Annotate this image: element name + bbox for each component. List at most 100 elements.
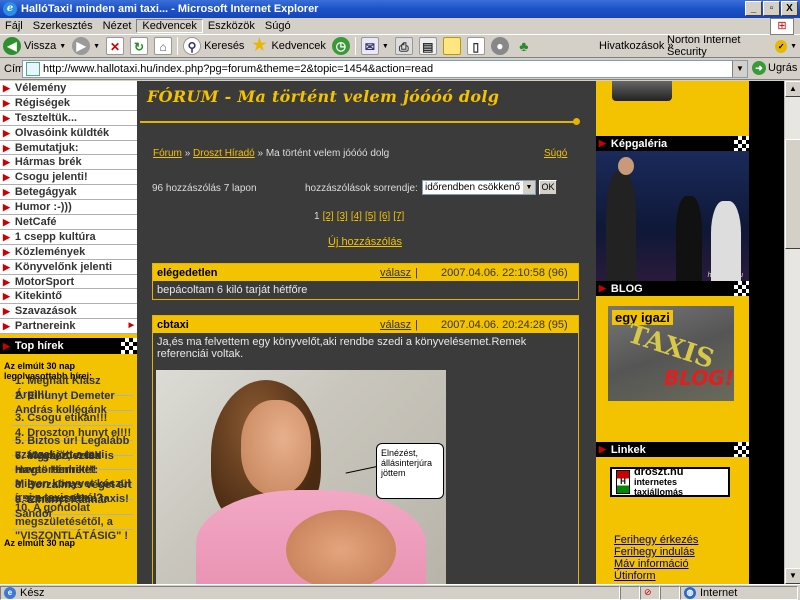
new-post-link[interactable]: Új hozzászólás	[328, 236, 402, 248]
nav-arrow-icon: ▶	[3, 112, 10, 123]
nav-arrow-icon: ▶	[3, 321, 10, 332]
post-header-separator: |	[415, 318, 418, 331]
menu-help[interactable]: Súgó	[260, 20, 296, 32]
nav-item[interactable]: ▶ MotorSport	[0, 275, 137, 290]
page-link[interactable]: [4]	[351, 211, 362, 222]
page-link[interactable]: [6]	[379, 211, 390, 222]
quick-link[interactable]: Ferihegy érkezés	[614, 534, 698, 546]
edit-button[interactable]: ▤	[416, 36, 440, 57]
nav-item[interactable]: ▶ Partnereink ▶	[0, 319, 137, 335]
nav-item[interactable]: ▶ 1 csepp kultúra	[0, 230, 137, 245]
nav-item-label: Kitekintő	[14, 290, 62, 303]
refresh-button[interactable]: ↻	[127, 36, 151, 57]
menu-view[interactable]: Nézet	[98, 20, 137, 32]
menu-file[interactable]: Fájl	[0, 20, 28, 32]
help-link[interactable]: Súgó	[544, 148, 567, 159]
page-link[interactable]: [3]	[337, 211, 348, 222]
star-icon: ★	[252, 37, 267, 54]
maximize-button[interactable]: ▫	[763, 1, 780, 16]
go-arrow-icon: ➜	[752, 61, 766, 75]
menu-bar: Fájl Szerkesztés Nézet Kedvencek Eszközö…	[0, 18, 800, 35]
menu-tools[interactable]: Eszközök	[203, 20, 260, 32]
nav-arrow-icon: ▶	[3, 261, 10, 272]
scroll-up-icon[interactable]: ▲	[785, 81, 800, 97]
home-button[interactable]: ⌂	[151, 36, 175, 57]
nav-item[interactable]: ▶ Kitekintő	[0, 289, 137, 305]
droszt-logo: H	[616, 470, 630, 494]
nav-item[interactable]: ▶ Régiségek	[0, 96, 137, 111]
nav-item[interactable]: ▶ Közlemények	[0, 245, 137, 260]
top-news-item[interactable]: 2. Elhunyt Demeter András kollégánk	[12, 390, 133, 416]
menu-edit[interactable]: Szerkesztés	[28, 20, 98, 32]
nav-item[interactable]: ▶ Olvasóink küldték	[0, 126, 137, 141]
nav-item[interactable]: ▶ Könyvelőnk jelenti	[0, 260, 137, 275]
messenger-button[interactable]: ♣	[512, 36, 536, 57]
favorites-button[interactable]: ★ Kedvencek	[247, 36, 328, 57]
nav-item[interactable]: ▶ Csogu jelenti!	[0, 170, 137, 186]
menu-favorites[interactable]: Kedvencek	[136, 19, 203, 33]
nav-item[interactable]: ▶ Teszteltük...	[0, 111, 137, 126]
page-link[interactable]: [2]	[323, 211, 334, 222]
quick-link[interactable]: Máv információ	[614, 558, 698, 570]
quick-link[interactable]: Ferihegy indulás	[614, 546, 698, 558]
go-button[interactable]: ➜ Ugrás	[752, 61, 797, 75]
gallery-person	[676, 196, 702, 281]
notes-button[interactable]	[440, 36, 464, 57]
gallery-image[interactable]: hallotaxi.hu	[596, 151, 749, 281]
search-button[interactable]: ⚲ Keresés	[180, 36, 247, 57]
print-button[interactable]: ⎙	[392, 36, 416, 57]
mail-button[interactable]: ✉ ▼	[358, 36, 392, 57]
breadcrumb: Fórum » Droszt Híradó » Ma történt velem…	[153, 148, 389, 159]
page-link[interactable]: [5]	[365, 211, 376, 222]
title-divider	[140, 118, 580, 125]
nav-arrow-icon: ▶	[3, 97, 10, 108]
nav-item[interactable]: ▶ Hármas brék	[0, 155, 137, 171]
history-button[interactable]: ◷	[329, 36, 353, 57]
page-done-icon: e	[4, 586, 16, 599]
nav-arrow-icon: ▶	[3, 142, 10, 153]
nav-arrow-icon: ▶	[599, 444, 606, 454]
page-link[interactable]: [7]	[393, 211, 404, 222]
top-news-item[interactable]: 3. Csogu etikán!!!	[12, 411, 133, 426]
scroll-thumb[interactable]	[785, 139, 800, 249]
address-input[interactable]: http://www.hallotaxi.hu/index.php?pg=for…	[22, 60, 748, 78]
research-button[interactable]: ▯	[464, 36, 488, 57]
nav-item[interactable]: ▶ Humor :-)))	[0, 200, 137, 216]
nav-item[interactable]: ▶ Vélemény	[0, 81, 137, 96]
nav-item[interactable]: ▶ Betegágyak	[0, 185, 137, 201]
ie-icon: e	[3, 2, 17, 16]
nav-arrow-icon: ▶	[3, 187, 10, 198]
nav-item-label: NetCafé	[14, 215, 57, 228]
status-text-cell: e Kész	[0, 585, 620, 600]
windows-logo-icon: ⊞	[770, 18, 794, 35]
stop-button[interactable]: ✕	[103, 36, 127, 57]
discuss-button[interactable]: ●	[488, 36, 512, 57]
breadcrumb-forum[interactable]: Fórum	[153, 148, 182, 159]
nav-item-label: Bemutatjuk:	[14, 141, 79, 154]
back-button[interactable]: ◀ Vissza ▼	[0, 36, 69, 57]
top-news-item[interactable]: 10. A gondolat megszületésétől, a "VISZO…	[12, 502, 133, 542]
vertical-scrollbar[interactable]: ▲ ▼	[784, 81, 800, 584]
nav-item[interactable]: ▶ NetCafé	[0, 215, 137, 230]
ok-button[interactable]: OK	[539, 180, 557, 195]
minimize-button[interactable]: _	[745, 1, 762, 16]
nav-item[interactable]: ▶ Bemutatjuk:	[0, 141, 137, 156]
norton-button[interactable]: Norton Internet Security ✓ ▼	[664, 34, 800, 58]
post-author: elégedetlen	[157, 266, 218, 279]
breadcrumb-droszt-hirado[interactable]: Droszt Híradó	[193, 148, 255, 159]
droszt-banner[interactable]: H droszt.hu internetes taxiállomás	[610, 467, 730, 497]
address-dropdown-icon[interactable]: ▼	[732, 61, 747, 77]
quick-link[interactable]: Útinform	[614, 570, 698, 582]
zone-cell: ◍ Internet	[680, 585, 798, 600]
post-date: 2007.04.06. 22:10:58 (96)	[441, 266, 568, 279]
blog-banner[interactable]: egy igazi TAXIS BLOG!	[608, 306, 734, 401]
nav-arrow-icon: ▶	[3, 231, 10, 242]
sort-select[interactable]: időrendben csökkenő ▼	[422, 180, 536, 195]
links-box: ▶ Linkek H droszt.hu internetes taxiállo…	[596, 442, 749, 497]
nav-item[interactable]: ▶ Szavazások	[0, 304, 137, 320]
reply-link[interactable]: válasz	[380, 319, 411, 331]
forward-button[interactable]: ▶ ▼	[69, 36, 103, 57]
reply-link[interactable]: válasz	[380, 267, 411, 279]
scroll-down-icon[interactable]: ▼	[785, 568, 800, 584]
close-button[interactable]: X	[781, 1, 798, 16]
